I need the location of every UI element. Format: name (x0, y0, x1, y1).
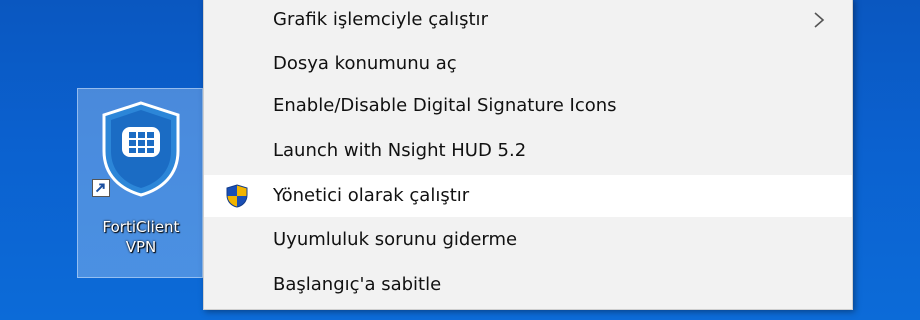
menu-item-label: Uyumluluk sorunu giderme (273, 229, 518, 250)
forticlient-shield-icon (102, 101, 180, 197)
menu-item-open-file-location[interactable]: Dosya konumunu aç (204, 43, 852, 85)
forticlient-vpn-shortcut[interactable]: FortiClient VPN (77, 88, 203, 278)
menu-item-troubleshoot-compatibility[interactable]: Uyumluluk sorunu giderme (204, 219, 852, 261)
context-menu: Grafik işlemciyle çalıştır Dosya konumun… (203, 0, 853, 310)
menu-item-label: Yönetici olarak çalıştır (273, 185, 470, 206)
menu-item-run-with-graphics-processor[interactable]: Grafik işlemciyle çalıştır (204, 0, 852, 41)
chevron-right-icon (814, 12, 825, 28)
shortcut-label-line1: FortiClient (102, 218, 180, 236)
shortcut-label: FortiClient VPN (78, 217, 204, 257)
menu-item-run-as-administrator[interactable]: Yönetici olarak çalıştır (204, 175, 852, 217)
menu-item-label: Dosya konumunu aç (273, 53, 457, 74)
menu-item-launch-nsight-hud[interactable]: Launch with Nsight HUD 5.2 (204, 130, 852, 172)
shortcut-arrow-icon (92, 179, 110, 197)
shortcut-label-line2: VPN (125, 238, 157, 256)
menu-item-label: Grafik işlemciyle çalıştır (273, 9, 488, 30)
desktop-background[interactable]: FortiClient VPN Grafik işlemciyle çalışt… (0, 0, 920, 320)
menu-item-digital-signature-icons[interactable]: Enable/Disable Digital Signature Icons (204, 85, 852, 127)
menu-item-label: Enable/Disable Digital Signature Icons (273, 95, 617, 116)
menu-item-pin-to-start[interactable]: Başlangıç'a sabitle (204, 264, 852, 306)
uac-shield-icon (226, 184, 248, 208)
menu-item-label: Launch with Nsight HUD 5.2 (273, 140, 527, 161)
menu-item-label: Başlangıç'a sabitle (273, 274, 442, 295)
